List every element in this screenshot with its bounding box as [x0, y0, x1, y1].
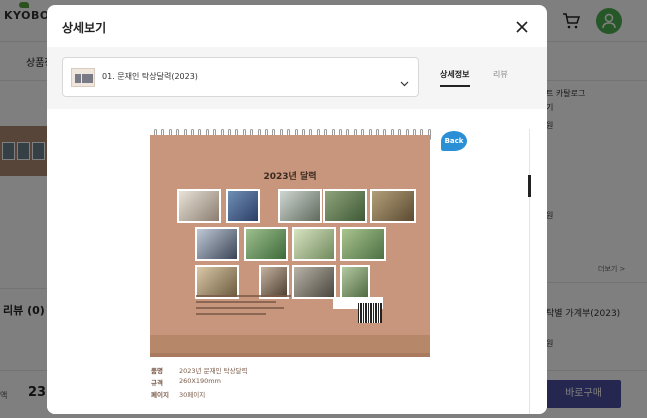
spec-key: 규격 — [151, 379, 163, 387]
calendar-photo — [292, 227, 336, 261]
back-badge: Back — [441, 131, 467, 151]
tab-review[interactable]: 리뷰 — [493, 69, 508, 80]
select-thumbnail — [71, 68, 95, 87]
modal-title: 상세보기 — [62, 21, 107, 35]
spec-key: 페이지 — [151, 391, 169, 399]
calendar-photo — [370, 189, 416, 223]
calendar-photo — [323, 189, 367, 223]
active-tab-indicator — [440, 85, 470, 87]
spec-value: 260X190mm — [179, 377, 221, 385]
spec-row: 페이지 30페이지 — [151, 389, 248, 399]
spec-row: 규격 260X190mm — [151, 377, 248, 387]
spec-value: 30페이지 — [179, 391, 206, 399]
product-image: 2023년 달력 — [150, 135, 430, 357]
scrollbar-thumb[interactable] — [528, 175, 531, 197]
select-value: 01. 문재인 탁상달력(2023) — [102, 72, 198, 81]
spec-key: 품명 — [151, 367, 163, 375]
calendar-photo — [244, 227, 288, 261]
detail-modal: 상세보기 01. 문재인 탁상달력(2023) 상세정보 리뷰 2023년 달력 — [47, 5, 547, 414]
spec-row: 품명 2023년 문재인 탁상달력 — [151, 365, 248, 375]
spec-table: 품명 2023년 문재인 탁상달력 규격 260X190mm 페이지 30페이지 — [151, 365, 248, 401]
calendar-photo — [278, 189, 322, 223]
barcode — [358, 303, 382, 323]
calendar-photo — [226, 189, 260, 223]
calendar-photo — [292, 265, 336, 299]
scrollbar-track[interactable] — [529, 129, 530, 414]
calendar-title: 2023년 달력 — [263, 172, 317, 182]
detail-content: 2023년 달력 Back 품명 2023년 문재인 탁상달력 규격 260X1… — [47, 109, 547, 414]
chevron-down-icon — [400, 73, 409, 87]
modal-toolbar: 01. 문재인 탁상달력(2023) 상세정보 리뷰 — [47, 47, 547, 109]
calendar-photo — [340, 265, 370, 299]
calendar-photo — [340, 227, 386, 261]
calendar-photo — [259, 265, 289, 299]
tab-detail-info[interactable]: 상세정보 — [440, 69, 469, 80]
calendar-photo — [177, 189, 221, 223]
close-icon[interactable] — [514, 19, 530, 35]
calendar-info-text — [196, 295, 296, 319]
spec-value: 2023년 문재인 탁상달력 — [179, 367, 248, 375]
calendar-photo — [195, 227, 239, 261]
calendar-photo — [195, 265, 239, 299]
calendar-stand — [150, 353, 430, 357]
product-select[interactable]: 01. 문재인 탁상달력(2023) — [62, 57, 419, 97]
